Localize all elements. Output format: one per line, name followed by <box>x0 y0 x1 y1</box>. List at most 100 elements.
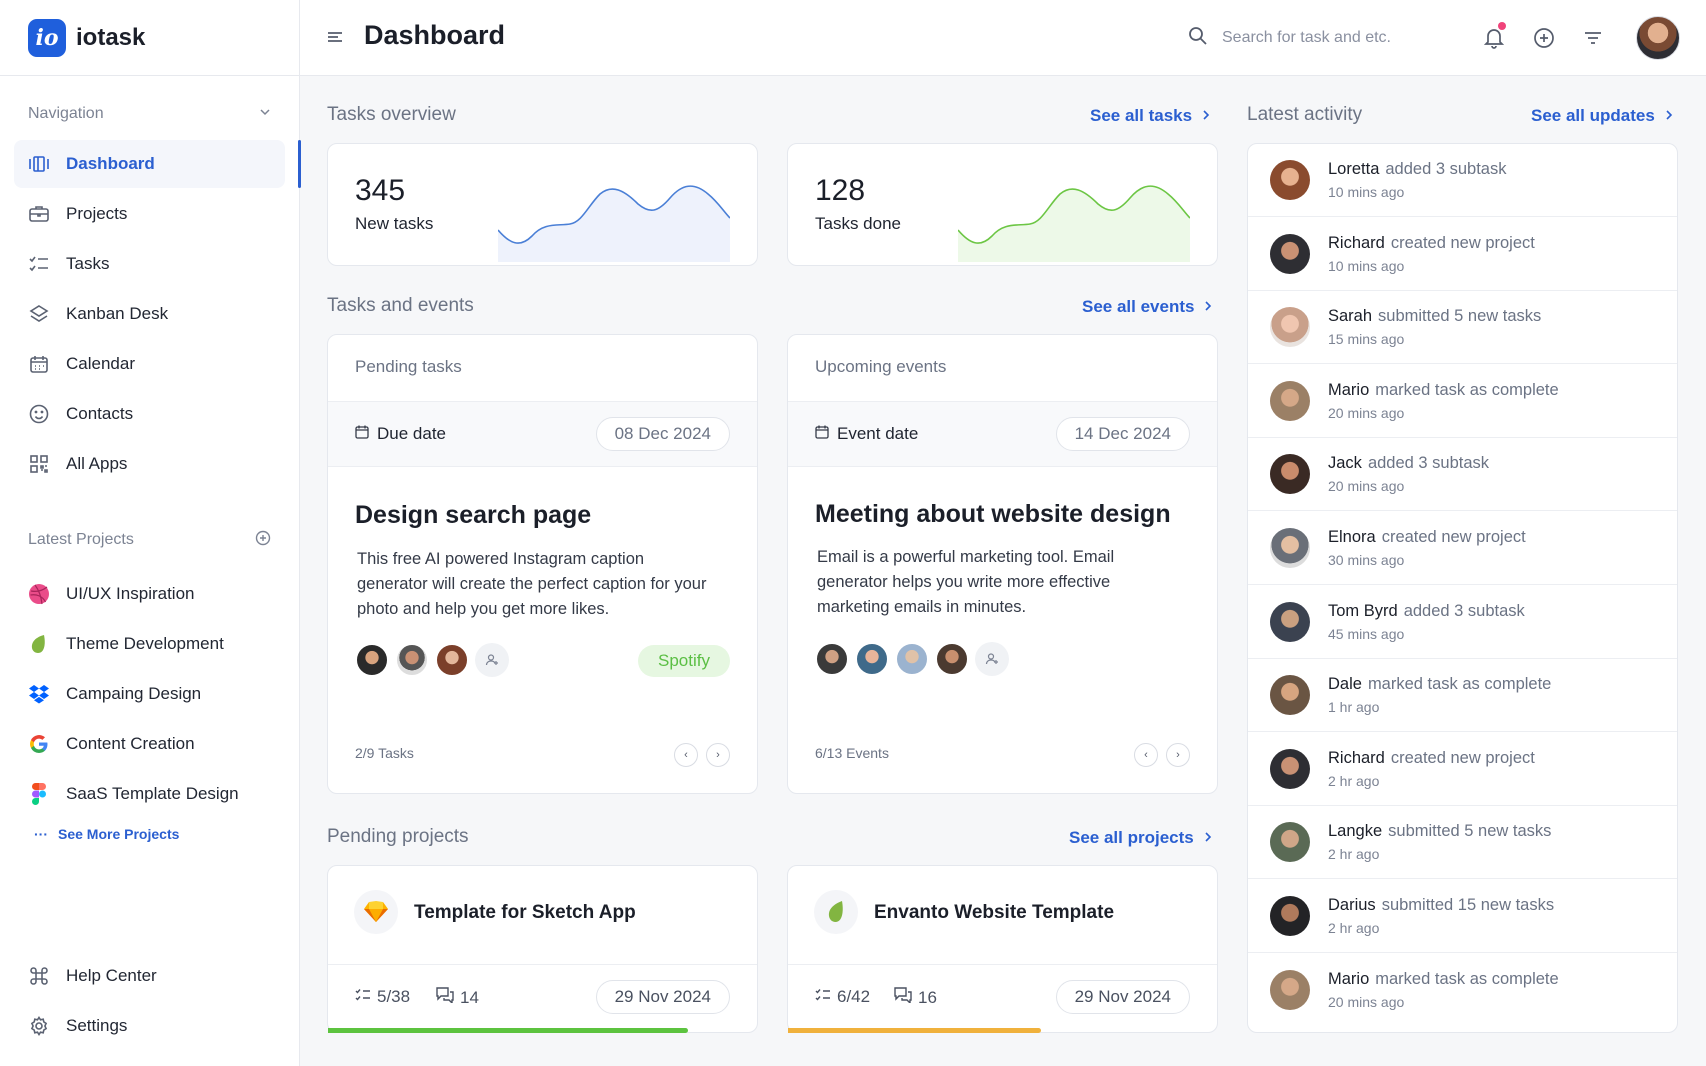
brand[interactable]: io iotask <box>0 0 299 76</box>
assignee-avatar[interactable] <box>355 643 389 677</box>
activity-avatar[interactable] <box>1270 528 1310 568</box>
activity-avatar[interactable] <box>1270 896 1310 936</box>
activity-time: 20 mins ago <box>1328 993 1405 1010</box>
add-project-icon[interactable] <box>255 530 271 551</box>
activity-avatar[interactable] <box>1270 454 1310 495</box>
activity-avatar[interactable] <box>1270 307 1310 348</box>
attendee-avatar[interactable] <box>935 642 969 676</box>
add-attendee-icon[interactable] <box>975 642 1009 676</box>
activity-row[interactable]: Richard created new project 10 mins ago <box>1248 218 1677 291</box>
activity-user-name[interactable]: Richard <box>1328 749 1385 767</box>
activity-user-name[interactable]: Loretta <box>1328 160 1379 178</box>
tasks-done-card[interactable]: 128 Tasks done <box>787 143 1218 266</box>
notifications-bell-icon[interactable] <box>1482 22 1506 50</box>
prev-arrow-icon[interactable]: ‹ <box>1134 743 1158 767</box>
sketch-icon <box>354 890 398 934</box>
comments-icon <box>436 987 454 1008</box>
activity-avatar[interactable] <box>1270 233 1310 274</box>
navigation-heading[interactable]: Navigation <box>0 102 299 126</box>
sidebar-project-label: SaaS Template Design <box>66 784 239 803</box>
activity-row[interactable]: Tom Byrd added 3 subtask 45 mins ago <box>1248 586 1677 659</box>
add-circle-icon[interactable] <box>1532 26 1556 50</box>
see-all-updates-link[interactable]: See all updates <box>1531 106 1673 126</box>
activity-time: 2 hr ago <box>1328 846 1380 863</box>
add-assignee-icon[interactable] <box>475 643 509 677</box>
see-all-projects-link[interactable]: See all projects <box>1069 828 1212 848</box>
project-card-sketch[interactable]: Template for Sketch App 5/38 14 29 Nov 2… <box>327 865 758 1033</box>
activity-row[interactable]: Langke submitted 5 new tasks 2 hr ago <box>1248 806 1677 880</box>
activity-text: Tom Byrd added 3 subtask <box>1328 602 1525 621</box>
sidebar-project-ui-ux-inspiration[interactable]: UI/UX Inspiration <box>0 570 299 618</box>
project-card-envato[interactable]: Envanto Website Template 6/42 16 29 Nov … <box>787 865 1218 1033</box>
activity-user-name[interactable]: Mario <box>1328 381 1369 399</box>
activity-user-name[interactable]: Langke <box>1328 822 1382 840</box>
activity-row[interactable]: Sarah submitted 5 new tasks 15 mins ago <box>1248 291 1677 365</box>
activity-row[interactable]: Mario marked task as complete 20 mins ago <box>1248 365 1677 438</box>
sidebar-project-theme-development[interactable]: Theme Development <box>0 620 299 668</box>
activity-user-name[interactable]: Elnora <box>1328 528 1376 546</box>
attendee-avatar[interactable] <box>815 642 849 676</box>
menu-toggle-icon[interactable] <box>326 28 346 48</box>
see-all-tasks-link[interactable]: See all tasks <box>1090 106 1210 126</box>
attendee-avatar[interactable] <box>855 642 889 676</box>
sidebar-item-settings[interactable]: Settings <box>14 1002 285 1050</box>
activity-row[interactable]: Loretta added 3 subtask 10 mins ago <box>1248 144 1677 217</box>
assignee-avatar[interactable] <box>395 643 429 677</box>
see-all-events-link[interactable]: See all events <box>1082 297 1212 317</box>
activity-row[interactable]: Dale marked task as complete 1 hr ago <box>1248 659 1677 733</box>
activity-user-name[interactable]: Mario <box>1328 970 1369 988</box>
project-date-pill[interactable]: 29 Nov 2024 <box>1055 980 1190 1014</box>
activity-user-name[interactable]: Sarah <box>1328 307 1372 325</box>
sidebar-item-projects[interactable]: Projects <box>14 190 285 238</box>
sidebar-project-campaing-design[interactable]: Campaing Design <box>0 670 299 718</box>
attendee-avatar[interactable] <box>895 642 929 676</box>
activity-avatar[interactable] <box>1270 822 1310 863</box>
activity-row[interactable]: Darius submitted 15 new tasks 2 hr ago <box>1248 880 1677 953</box>
sidebar-item-contacts[interactable]: Contacts <box>14 390 285 438</box>
activity-row[interactable]: Mario marked task as complete 20 mins ago <box>1248 954 1677 1027</box>
activity-user-name[interactable]: Jack <box>1328 454 1362 472</box>
sidebar-project-content-creation[interactable]: Content Creation <box>0 720 299 768</box>
sidebar-item-tasks[interactable]: Tasks <box>14 240 285 288</box>
filter-icon[interactable] <box>1581 26 1605 50</box>
activity-avatar[interactable] <box>1270 969 1310 1010</box>
activity-avatar[interactable] <box>1270 380 1310 421</box>
sidebar-project-saas-template-design[interactable]: SaaS Template Design <box>0 770 299 818</box>
spotify-tag[interactable]: Spotify <box>638 645 730 677</box>
project-date-pill[interactable]: 29 Nov 2024 <box>595 980 730 1014</box>
sidebar-item-kanban-desk[interactable]: Kanban Desk <box>14 290 285 338</box>
prev-arrow-icon[interactable]: ‹ <box>674 743 698 767</box>
event-date-pill[interactable]: 14 Dec 2024 <box>1055 417 1190 451</box>
upcoming-event-title[interactable]: Meeting about website design <box>815 500 1171 529</box>
new-tasks-card[interactable]: 345 New tasks <box>327 143 758 266</box>
search-icon[interactable] <box>1188 26 1208 51</box>
activity-user-name[interactable]: Dale <box>1328 675 1362 693</box>
assignee-avatar[interactable] <box>435 643 469 677</box>
sidebar-item-help-center[interactable]: Help Center <box>14 952 285 1000</box>
activity-user-name[interactable]: Richard <box>1328 234 1385 252</box>
search-input[interactable] <box>1222 29 1472 47</box>
next-arrow-icon[interactable]: › <box>1166 743 1190 767</box>
activity-user-name[interactable]: Darius <box>1328 896 1376 914</box>
activity-row[interactable]: Jack added 3 subtask 20 mins ago <box>1248 438 1677 512</box>
activity-avatar[interactable] <box>1270 160 1310 200</box>
sidebar-item-all-apps[interactable]: All Apps <box>14 440 285 488</box>
pending-task-title[interactable]: Design search page <box>355 501 591 530</box>
new-tasks-label: New tasks <box>355 214 434 233</box>
see-more-projects-link[interactable]: ··· See More Projects <box>0 826 299 842</box>
activity-user-name[interactable]: Tom Byrd <box>1328 602 1398 620</box>
activity-avatar[interactable] <box>1270 748 1310 789</box>
next-arrow-icon[interactable]: › <box>706 743 730 767</box>
upcoming-events-card: Upcoming events Event date 14 Dec 2024 M… <box>787 334 1218 794</box>
activity-avatar[interactable] <box>1270 675 1310 716</box>
sidebar-item-dashboard[interactable]: Dashboard <box>14 140 301 188</box>
project-name: Template for Sketch App <box>414 902 636 923</box>
activity-row[interactable]: Richard created new project 2 hr ago <box>1248 733 1677 806</box>
calendar-icon <box>28 353 50 375</box>
user-avatar[interactable] <box>1636 16 1680 60</box>
sidebar-item-calendar[interactable]: Calendar <box>14 340 285 388</box>
activity-row[interactable]: Elnora created new project 30 mins ago <box>1248 512 1677 585</box>
due-date-pill[interactable]: 08 Dec 2024 <box>595 417 730 451</box>
activity-avatar[interactable] <box>1270 601 1310 642</box>
latest-activity-title: Latest activity <box>1247 104 1363 125</box>
